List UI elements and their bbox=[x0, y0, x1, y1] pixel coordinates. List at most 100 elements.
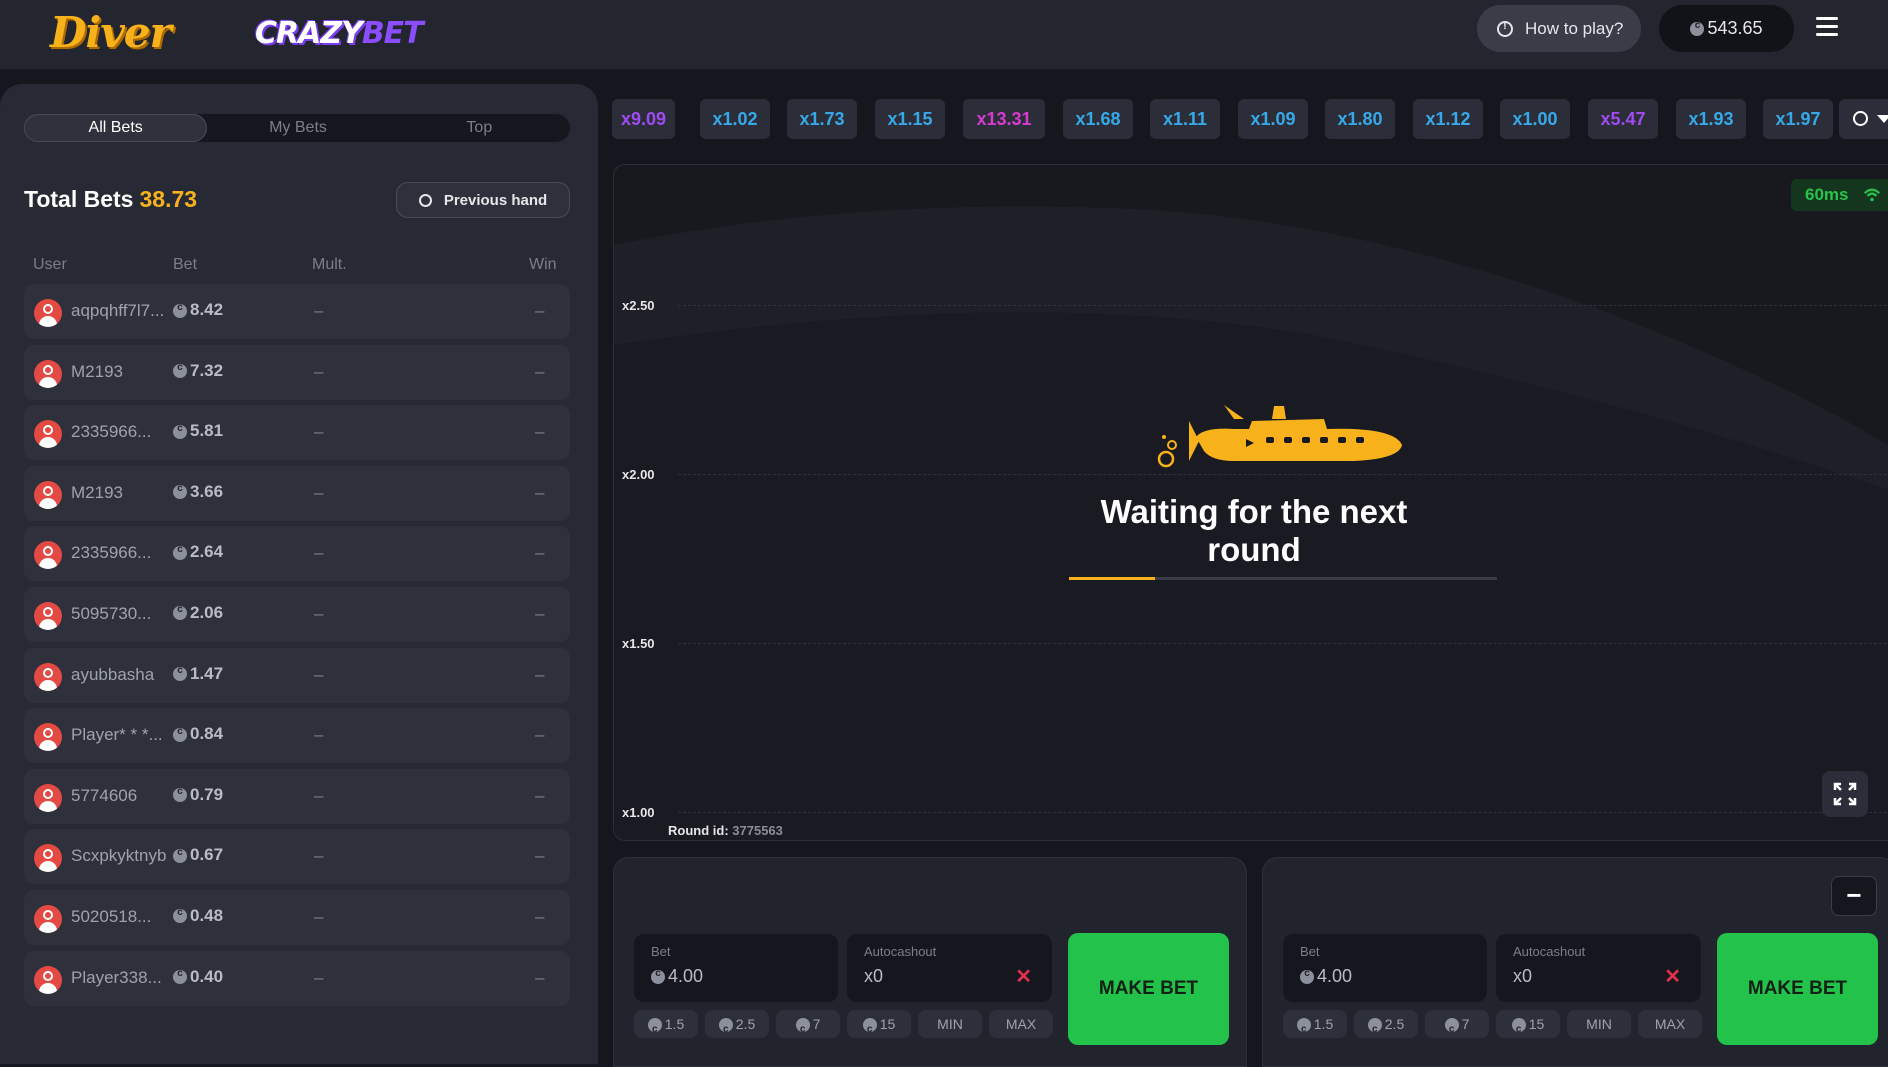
coin-icon bbox=[173, 362, 187, 379]
quick-bet-button[interactable]: MAX bbox=[1638, 1010, 1702, 1038]
tab-my-bets[interactable]: My Bets bbox=[207, 114, 388, 142]
y-axis-label: x1.50 bbox=[622, 636, 655, 651]
hamburger-menu-icon[interactable] bbox=[1816, 17, 1838, 37]
make-bet-button[interactable]: MAKE BET bbox=[1717, 933, 1878, 1045]
coin-icon bbox=[1444, 1016, 1459, 1044]
bet-row: 5020518... 0.48 – – bbox=[24, 889, 570, 945]
bet-field-value[interactable]: 4.00 bbox=[651, 966, 703, 987]
round-id-label: Round id: bbox=[668, 823, 729, 838]
fullscreen-icon bbox=[1833, 782, 1857, 806]
quick-bet-button[interactable]: MIN bbox=[1567, 1010, 1631, 1038]
history-chip[interactable]: x1.02 bbox=[700, 99, 770, 139]
clear-autocashout-icon[interactable]: ✕ bbox=[1015, 964, 1032, 989]
bet-row-win: – bbox=[535, 603, 545, 623]
coin-icon bbox=[173, 604, 187, 621]
history-chip[interactable]: x1.97 bbox=[1763, 99, 1833, 139]
bet-row-mult: – bbox=[314, 846, 324, 866]
y-axis-label: x1.00 bbox=[622, 805, 655, 820]
balance-value: 543.65 bbox=[1707, 18, 1763, 38]
crazybet-logo[interactable]: CRAZYBET bbox=[255, 16, 424, 51]
history-chip[interactable]: x1.93 bbox=[1676, 99, 1746, 139]
avatar bbox=[34, 601, 62, 630]
bet-field-label: Bet bbox=[1300, 944, 1320, 959]
autocashout-field[interactable]: Autocashout x0 ✕ bbox=[847, 934, 1052, 1002]
bet-row-win: – bbox=[535, 785, 545, 805]
balance-display: 543.65 bbox=[1659, 5, 1794, 52]
make-bet-button[interactable]: MAKE BET bbox=[1068, 933, 1229, 1045]
quick-bet-button[interactable]: MIN bbox=[918, 1010, 982, 1038]
coin-icon bbox=[862, 1016, 877, 1044]
col-mult: Mult. bbox=[312, 256, 347, 273]
bet-row: 2335966... 2.64 – – bbox=[24, 526, 570, 582]
history-chip[interactable]: x1.00 bbox=[1500, 99, 1570, 139]
coin-icon bbox=[651, 968, 665, 985]
bet-amount-field[interactable]: Bet 4.00 bbox=[634, 934, 838, 1002]
avatar bbox=[34, 359, 62, 388]
history-toggle-button[interactable] bbox=[1839, 99, 1888, 139]
bet-row-mult: – bbox=[314, 422, 324, 442]
bet-row-amount: 2.06 bbox=[173, 603, 223, 623]
clear-autocashout-icon[interactable]: ✕ bbox=[1664, 964, 1681, 989]
autocashout-label: Autocashout bbox=[1513, 944, 1586, 959]
bet-row-amount: 0.48 bbox=[173, 906, 223, 926]
quick-bet-button[interactable]: 2.5 bbox=[705, 1010, 769, 1044]
bet-row: aqpqhff7l7... 8.42 – – bbox=[24, 284, 570, 339]
bet-row-user: aqpqhff7l7... bbox=[71, 301, 165, 320]
history-chip[interactable]: x1.68 bbox=[1063, 99, 1133, 139]
quick-bet-button[interactable]: 1.5 bbox=[1283, 1010, 1347, 1044]
history-chip[interactable]: x1.80 bbox=[1325, 99, 1395, 139]
bet-panel-2: −Bet4.00Autocashoutx0✕MAKE BET1.52.5715M… bbox=[1262, 857, 1888, 1067]
waiting-message: Waiting for the next round bbox=[1100, 493, 1408, 568]
coin-icon bbox=[173, 786, 187, 803]
quick-bet-button[interactable]: MAX bbox=[989, 1010, 1053, 1038]
bet-row-amount: 7.32 bbox=[173, 361, 223, 381]
history-chip[interactable]: x9.09 bbox=[612, 99, 675, 139]
coin-icon bbox=[173, 302, 187, 318]
history-chip[interactable]: x1.73 bbox=[787, 99, 857, 139]
bet-amount-field[interactable]: Bet 4.00 bbox=[1283, 934, 1487, 1002]
grid-line bbox=[678, 305, 1888, 306]
autocashout-field[interactable]: Autocashout x0 ✕ bbox=[1496, 934, 1701, 1002]
bet-row-user: M2193 bbox=[71, 482, 123, 502]
coin-icon bbox=[718, 1016, 733, 1044]
bet-field-value[interactable]: 4.00 bbox=[1300, 966, 1352, 987]
quick-bet-button[interactable]: 2.5 bbox=[1354, 1010, 1418, 1044]
coin-icon bbox=[1296, 1016, 1311, 1044]
quick-bet-button[interactable]: 15 bbox=[847, 1010, 911, 1044]
how-to-play-button[interactable]: How to play? bbox=[1477, 5, 1641, 52]
remove-bet-panel-button[interactable]: − bbox=[1831, 876, 1877, 916]
quick-bet-button[interactable]: 7 bbox=[1425, 1010, 1489, 1044]
autocashout-value[interactable]: x0 bbox=[1513, 966, 1532, 987]
history-chip[interactable]: x1.11 bbox=[1150, 99, 1220, 139]
autocashout-label: Autocashout bbox=[864, 944, 937, 959]
ping-value: 60ms bbox=[1805, 185, 1849, 204]
quick-bet-button[interactable]: 7 bbox=[776, 1010, 840, 1044]
quick-bet-button[interactable]: 1.5 bbox=[634, 1010, 698, 1044]
round-id: Round id: 3775563 bbox=[668, 823, 783, 838]
autocashout-value[interactable]: x0 bbox=[864, 966, 883, 987]
previous-hand-button[interactable]: Previous hand bbox=[396, 182, 570, 218]
round-countdown-progress bbox=[1069, 577, 1497, 580]
ping-indicator: 60ms bbox=[1791, 179, 1888, 211]
coin-icon bbox=[173, 483, 187, 500]
chevron-down-icon bbox=[1877, 115, 1888, 123]
tab-all-bets[interactable]: All Bets bbox=[24, 114, 208, 142]
total-bets: Total Bets 38.73 bbox=[24, 186, 197, 213]
diver-logo[interactable]: Diver bbox=[50, 8, 172, 57]
bet-row-amount: 5.81 bbox=[173, 421, 223, 441]
quick-bet-button[interactable]: 15 bbox=[1496, 1010, 1560, 1044]
coin-icon bbox=[1367, 1016, 1382, 1044]
fullscreen-button[interactable] bbox=[1822, 771, 1868, 817]
history-chip[interactable]: x13.31 bbox=[963, 99, 1045, 139]
history-chip[interactable]: x1.15 bbox=[875, 99, 945, 139]
tab-top[interactable]: Top bbox=[389, 114, 570, 142]
avatar bbox=[34, 904, 62, 933]
history-chip[interactable]: x1.12 bbox=[1413, 99, 1483, 139]
multiplier-history: x9.09 x1.02 x1.73 x1.15 x13.31 x1.68 x1.11 x1.0… bbox=[612, 99, 1888, 139]
history-chip[interactable]: x5.47 bbox=[1588, 99, 1658, 139]
bet-row: Player* * *... 0.84 – – bbox=[24, 708, 570, 764]
round-id-value: 3775563 bbox=[732, 823, 783, 838]
history-chip[interactable]: x1.09 bbox=[1238, 99, 1308, 139]
bet-row-win: – bbox=[535, 543, 545, 563]
wifi-icon bbox=[1864, 188, 1880, 202]
